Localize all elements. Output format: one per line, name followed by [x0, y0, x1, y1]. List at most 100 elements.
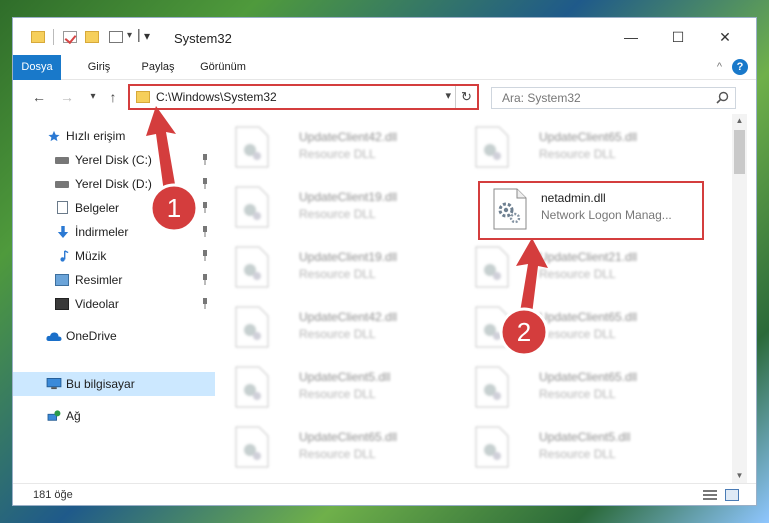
recent-locations-icon[interactable]: ▾: [85, 89, 101, 105]
new-folder-icon[interactable]: [85, 31, 99, 43]
file-list: UpdateClient42.dll Resource DLL UpdateCl…: [215, 114, 732, 471]
search-box[interactable]: Ara: System32: [491, 87, 736, 109]
dll-file-icon: [235, 366, 269, 408]
documents-icon: [57, 201, 68, 214]
dll-file-icon: [475, 426, 509, 468]
sidebar-item-label: Videolar: [75, 297, 119, 311]
folder-icon[interactable]: [31, 31, 45, 43]
tab-view[interactable]: Görünüm: [193, 55, 253, 80]
file-item[interactable]: UpdateClient5.dll Resource DLL: [465, 420, 685, 476]
file-item[interactable]: UpdateClient5.dll Resource DLL: [225, 360, 445, 416]
file-name: UpdateClient5.dll: [539, 430, 631, 444]
help-icon[interactable]: ?: [732, 59, 748, 75]
videos-icon: [55, 298, 69, 310]
file-name: UpdateClient5.dll: [299, 370, 391, 384]
pin-icon[interactable]: [201, 226, 209, 237]
file-name: UpdateClient19.dll: [299, 190, 398, 204]
sidebar-item-music[interactable]: Müzik: [13, 244, 215, 268]
search-icon[interactable]: [716, 91, 729, 104]
maximize-button[interactable]: ☐: [664, 26, 692, 48]
file-description: Resource DLL: [539, 387, 616, 401]
sidebar-item-this-pc[interactable]: Bu bilgisayar: [13, 372, 215, 396]
pin-icon[interactable]: [201, 298, 209, 309]
network-icon: [47, 410, 61, 421]
tab-share[interactable]: Paylaş: [133, 55, 183, 80]
tab-home[interactable]: Giriş: [79, 55, 119, 80]
file-item[interactable]: UpdateClient65.dll Resource DLL: [465, 120, 685, 176]
dll-file-icon: [235, 426, 269, 468]
callout-1-number: 1: [167, 193, 181, 223]
dll-file-icon: [475, 126, 509, 168]
search-input[interactable]: Ara: System32: [502, 91, 581, 105]
customize-toolbar-icon[interactable]: [109, 31, 123, 43]
forward-arrow-icon[interactable]: →: [59, 89, 75, 105]
toolbar-separator-glyph: |: [137, 26, 141, 42]
sidebar-item-pictures[interactable]: Resimler: [13, 268, 215, 292]
file-description: Resource DLL: [299, 267, 376, 281]
properties-icon[interactable]: [63, 31, 77, 43]
pin-icon[interactable]: [201, 250, 209, 261]
cloud-icon: [46, 332, 62, 341]
dll-file-icon: [235, 126, 269, 168]
sidebar-item-network[interactable]: Ağ: [13, 404, 215, 428]
file-item[interactable]: UpdateClient19.dll Resource DLL: [225, 180, 445, 236]
quick-access-menu-icon[interactable]: ▾: [144, 29, 150, 43]
computer-icon: [46, 378, 62, 390]
back-arrow-icon[interactable]: ←: [31, 89, 47, 105]
close-button[interactable]: ✕: [711, 26, 739, 48]
sidebar-item-label: Müzik: [75, 249, 107, 263]
toolbar-separator: [53, 29, 54, 45]
ribbon-tabs: Dosya Giriş Paylaş Görünüm ^ ?: [13, 55, 756, 80]
window-title: System32: [174, 31, 232, 46]
item-count: 181 öğe: [33, 489, 73, 501]
sidebar-item-label: OneDrive: [66, 329, 117, 343]
sidebar-item-onedrive[interactable]: OneDrive: [13, 324, 215, 348]
dll-file-icon: [235, 246, 269, 288]
dll-file-icon: [475, 366, 509, 408]
file-description: Resource DLL: [299, 387, 376, 401]
file-name: UpdateClient42.dll: [299, 130, 398, 144]
address-dropdown-icon[interactable]: ▾: [445, 89, 451, 102]
scroll-thumb[interactable]: [734, 130, 745, 174]
pictures-icon: [55, 274, 69, 286]
file-item[interactable]: UpdateClient19.dll Resource DLL: [225, 240, 445, 296]
sidebar-item-label: İndirmeler: [75, 225, 129, 239]
details-view-icon[interactable]: [703, 489, 717, 501]
file-name: UpdateClient42.dll: [299, 310, 398, 324]
file-item[interactable]: UpdateClient65.dll Resource DLL: [465, 360, 685, 416]
star-icon: [48, 130, 60, 142]
file-item[interactable]: UpdateClient42.dll Resource DLL: [225, 120, 445, 176]
vertical-scrollbar[interactable]: ▲ ▼: [732, 114, 747, 483]
title-bar: ▾ | ▾ System32 — ☐ ✕: [13, 18, 756, 55]
pin-icon[interactable]: [201, 154, 209, 165]
pin-icon[interactable]: [201, 178, 209, 189]
callout-2-number: 2: [517, 317, 531, 347]
sidebar-item-videos[interactable]: Videolar: [13, 292, 215, 316]
pin-icon[interactable]: [201, 274, 209, 285]
scroll-up-icon[interactable]: ▲: [735, 116, 744, 126]
file-explorer-window: ▾ | ▾ System32 — ☐ ✕ Dosya Giriş Paylaş …: [12, 17, 757, 506]
ribbon-collapse-icon[interactable]: ^: [717, 61, 722, 73]
callout-1-arrow: 1: [146, 106, 199, 233]
file-description: Resource DLL: [299, 147, 376, 161]
quick-access-dropdown-icon[interactable]: ▾: [127, 30, 132, 41]
dll-file-icon: [235, 186, 269, 228]
sidebar-item-label: Ağ: [66, 409, 81, 423]
large-icons-view-icon[interactable]: [725, 489, 739, 501]
file-item[interactable]: UpdateClient42.dll Resource DLL: [225, 300, 445, 356]
pin-icon[interactable]: [201, 202, 209, 213]
minimize-button[interactable]: —: [617, 26, 645, 48]
sidebar-item-label: Hızlı erişim: [66, 129, 126, 143]
up-arrow-icon[interactable]: ↑: [105, 89, 121, 105]
navigation-bar: ← → ▾ ↑ C:\Windows\System32 ▾ ↻ Ara: Sys…: [13, 80, 756, 114]
drive-icon: [55, 157, 69, 164]
file-description: Resource DLL: [539, 447, 616, 461]
tab-file[interactable]: Dosya: [13, 55, 61, 80]
download-icon: [57, 226, 69, 238]
address-path[interactable]: C:\Windows\System32: [156, 90, 277, 104]
sidebar-item-label: Yerel Disk (C:): [75, 153, 152, 167]
file-item[interactable]: UpdateClient65.dll Resource DLL: [225, 420, 445, 476]
file-description: Resource DLL: [299, 327, 376, 341]
scroll-down-icon[interactable]: ▼: [735, 471, 744, 481]
refresh-icon[interactable]: ↻: [455, 86, 477, 108]
